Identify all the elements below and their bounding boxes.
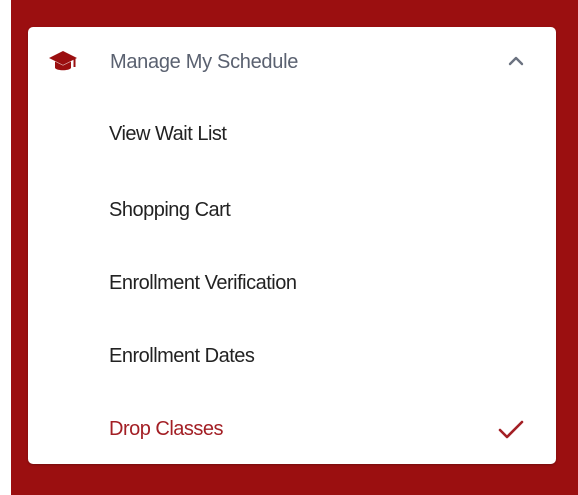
menu-item-label: Shopping Cart (109, 199, 231, 221)
menu-item-drop-classes[interactable]: Drop Classes (28, 401, 556, 461)
menu-panel: Manage My Schedule View Wait List Shoppi… (28, 27, 556, 464)
menu-item-label: Drop Classes (109, 418, 224, 440)
menu-item-label: Enrollment Dates (109, 345, 255, 367)
menu-item-enrollment-verification[interactable]: Enrollment Verification (28, 255, 556, 315)
manage-schedule-toggle[interactable]: Manage My Schedule (28, 27, 556, 97)
menu-item-label: Enrollment Verification (109, 272, 297, 294)
section-title: Manage My Schedule (110, 51, 299, 73)
menu-item-label: View Wait List (109, 123, 227, 145)
checkmark-icon (498, 420, 524, 439)
menu-item-shopping-cart[interactable]: Shopping Cart (28, 182, 556, 242)
chevron-up-icon[interactable] (507, 54, 525, 68)
graduation-cap-icon (49, 51, 77, 71)
menu-item-view-wait-list[interactable]: View Wait List (28, 106, 556, 166)
menu-item-enrollment-dates[interactable]: Enrollment Dates (28, 328, 556, 388)
